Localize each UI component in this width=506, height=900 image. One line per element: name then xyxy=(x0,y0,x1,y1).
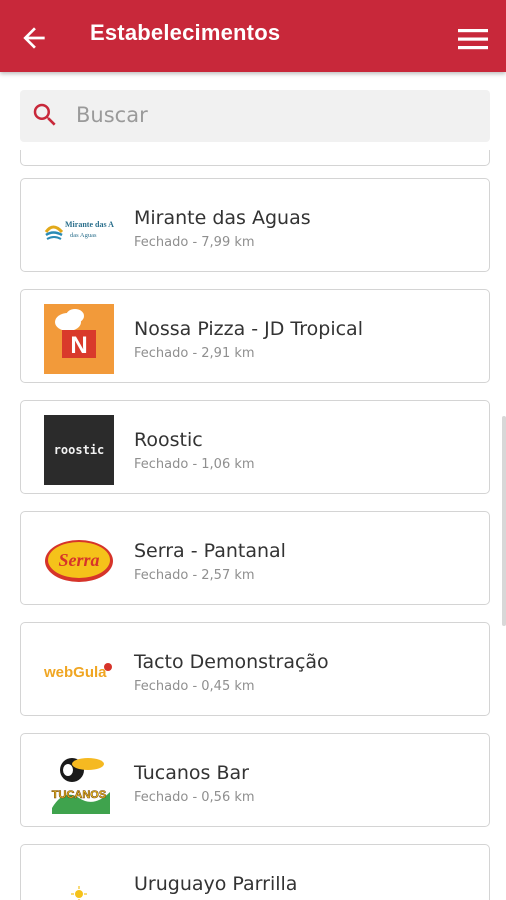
list-item[interactable]: Mirante das Aguas das Aguas Mirante das … xyxy=(20,178,490,272)
establishment-status: Fechado - 0,56 km xyxy=(134,790,255,805)
establishment-name: Nossa Pizza - JD Tropical xyxy=(134,318,363,340)
list-item[interactable]: TUCANOS Tucanos Bar Fechado - 0,56 km xyxy=(20,733,490,827)
establishment-logo xyxy=(44,859,114,900)
list-item[interactable]: Serra Serra - Pantanal Fechado - 2,57 km xyxy=(20,511,490,605)
list-item[interactable]: Uruguayo Parrilla xyxy=(20,844,490,900)
search-icon xyxy=(33,103,56,126)
establishment-logo: TUCANOS xyxy=(44,748,114,818)
establishment-name: Tucanos Bar xyxy=(134,762,249,784)
logo-text: N xyxy=(70,332,87,359)
list-item[interactable]: webGula Tacto Demonstração Fechado - 0,4… xyxy=(20,622,490,716)
establishment-logo: Serra xyxy=(44,526,114,596)
hamburger-menu-icon[interactable] xyxy=(456,24,490,54)
establishment-status: Fechado - 7,99 km xyxy=(134,235,255,250)
establishment-name: Mirante das Aguas xyxy=(134,207,311,229)
establishment-name: Serra - Pantanal xyxy=(134,540,286,562)
logo-text: TUCANOS xyxy=(52,789,106,801)
arrow-left-icon[interactable] xyxy=(18,22,50,54)
establishment-status: Fechado - 2,57 km xyxy=(134,568,255,583)
establishment-logo: Mirante das Aguas das Aguas xyxy=(44,193,114,263)
establishment-list: Mirante das Aguas das Aguas Mirante das … xyxy=(0,150,506,900)
logo-text: Mirante das Aguas xyxy=(65,220,114,229)
establishment-name: Uruguayo Parrilla xyxy=(134,873,298,895)
list-item[interactable]: roostic Roostic Fechado - 1,06 km xyxy=(20,400,490,494)
list-item[interactable] xyxy=(20,150,490,166)
svg-text:das Aguas: das Aguas xyxy=(70,232,97,239)
search-input[interactable]: Buscar xyxy=(76,103,148,127)
establishment-status: Fechado - 0,45 km xyxy=(134,679,255,694)
establishment-status: Fechado - 1,06 km xyxy=(134,457,255,472)
list-item[interactable]: N Nossa Pizza - JD Tropical Fechado - 2,… xyxy=(20,289,490,383)
page-title: Estabelecimentos xyxy=(90,20,281,45)
search-bar[interactable]: Buscar xyxy=(20,90,490,142)
scrollbar[interactable] xyxy=(502,416,506,626)
establishment-status: Fechado - 2,91 km xyxy=(134,346,255,361)
establishment-name: Tacto Demonstração xyxy=(134,651,329,673)
establishment-name: Roostic xyxy=(134,429,203,451)
establishment-logo: webGula xyxy=(44,637,114,707)
logo-text: webGula xyxy=(44,664,107,681)
app-bar: Estabelecimentos xyxy=(0,0,506,72)
establishment-logo: roostic xyxy=(44,415,114,485)
establishment-logo: N xyxy=(44,304,114,374)
logo-text: Serra xyxy=(58,550,99,570)
logo-text: roostic xyxy=(54,443,105,457)
